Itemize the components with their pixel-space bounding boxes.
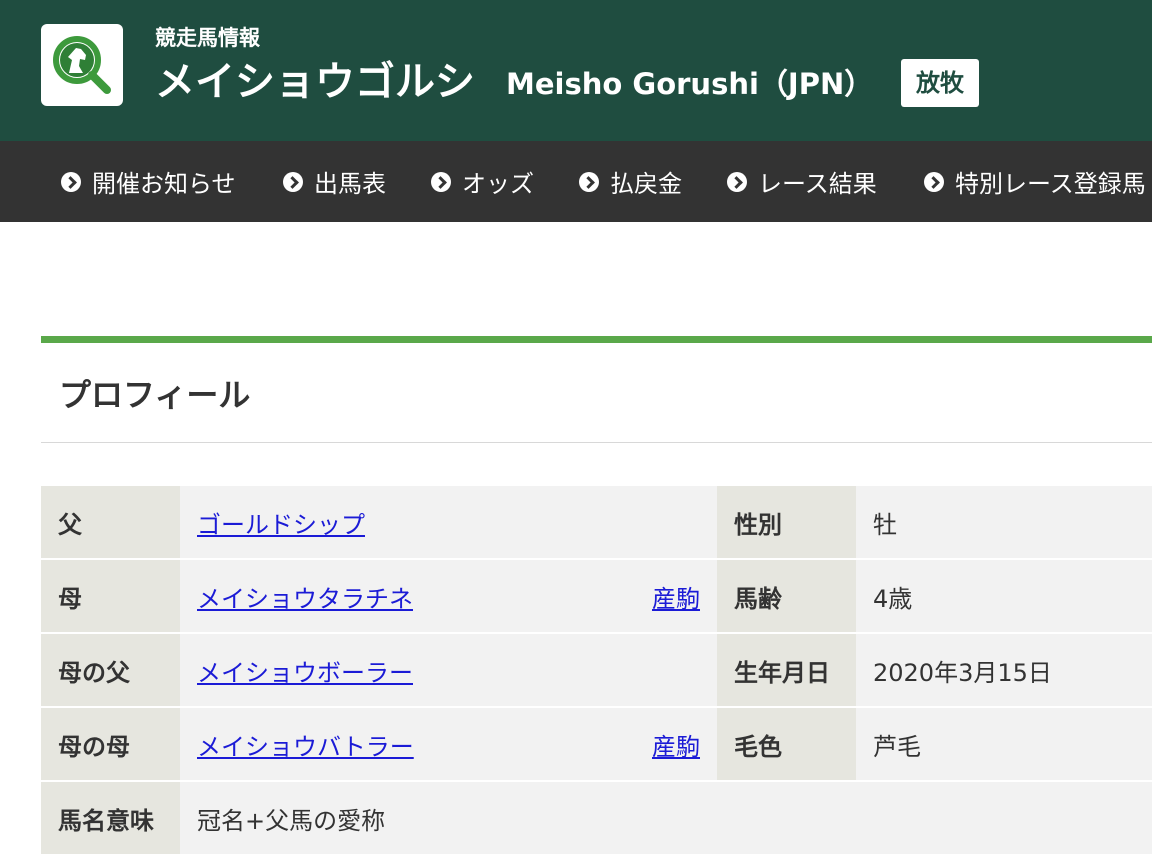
circle-chevron-right-icon [283,171,303,192]
nav-item-entries[interactable]: 出馬表 [283,141,386,222]
second-dam-link[interactable]: メイショウバトラー [197,727,414,762]
second-dam-value-cell: メイショウバトラー 産駒 [180,708,717,780]
table-row-damsire: 母の父 メイショウボーラー 生年月日 2020年3月15日 [41,634,1152,706]
nav-item-odds[interactable]: オッズ [431,141,534,222]
horse-name-english: Meisho Gorushi（JPN） [506,67,874,101]
nav-item-race-results[interactable]: レース結果 [727,141,877,222]
damsire-value-cell: メイショウボーラー [180,634,717,706]
sire-link[interactable]: ゴールドシップ [197,505,365,540]
damsire-label: 母の父 [41,634,180,706]
sex-label: 性別 [717,486,856,558]
sire-value-cell: ゴールドシップ [180,486,717,558]
nav-item-meeting-news[interactable]: 開催お知らせ [61,141,236,222]
circle-chevron-right-icon [924,171,944,192]
horse-name-japanese: メイショウゴルシ [155,59,475,105]
status-badge: 放牧 [901,59,979,107]
section-accent-bar [41,336,1152,343]
nav-item-payouts[interactable]: 払戻金 [579,141,682,222]
coat-color-label: 毛色 [717,708,856,780]
nav-item-label: 払戻金 [610,170,682,198]
table-row-sire: 父 ゴールドシップ 性別 牡 [41,486,1152,558]
second-dam-label: 母の母 [41,708,180,780]
header-kicker: 競走馬情報 [155,26,260,50]
nav-item-special-race-entries[interactable]: 特別レース登録馬 [924,141,1146,222]
site-header: 競走馬情報 メイショウゴルシ Meisho Gorushi（JPN） 放牧 [0,0,1152,141]
dam-value-cell: メイショウタラチネ 産駒 [180,560,717,632]
horse-search-icon [53,36,111,94]
nav-item-label: 特別レース登録馬 [955,170,1146,198]
dam-link[interactable]: メイショウタラチネ [197,579,413,614]
logo[interactable] [41,24,123,106]
table-row-second-dam: 母の母 メイショウバトラー 産駒 毛色 芦毛 [41,708,1152,780]
coat-color-value: 芦毛 [856,708,1152,780]
main-nav: 開催お知らせ 出馬表 オッズ 払戻金 レース結果 特別レース登録馬 [0,141,1152,222]
dam-offspring-link[interactable]: 産駒 [652,579,700,614]
name-meaning-label: 馬名意味 [41,782,180,854]
circle-chevron-right-icon [727,171,747,192]
age-value: 4歳 [856,560,1152,632]
section-title: プロフィール [59,376,251,414]
name-meaning-value: 冠名+父馬の愛称 [180,782,1152,854]
circle-chevron-right-icon [579,171,599,192]
damsire-link[interactable]: メイショウボーラー [197,653,413,688]
nav-item-label: 開催お知らせ [92,170,236,198]
sire-label: 父 [41,486,180,558]
section-divider [41,442,1152,443]
table-row-dam: 母 メイショウタラチネ 産駒 馬齢 4歳 [41,560,1152,632]
nav-item-label: 出馬表 [314,170,386,198]
birthdate-value: 2020年3月15日 [856,634,1152,706]
circle-chevron-right-icon [61,171,81,192]
sex-value: 牡 [856,486,1152,558]
nav-item-label: オッズ [462,170,534,198]
age-label: 馬齢 [717,560,856,632]
circle-chevron-right-icon [431,171,451,192]
second-dam-offspring-link[interactable]: 産駒 [652,727,700,762]
birthdate-label: 生年月日 [717,634,856,706]
nav-item-label: レース結果 [758,170,877,198]
table-row-name-meaning: 馬名意味 冠名+父馬の愛称 [41,782,1152,854]
dam-label: 母 [41,560,180,632]
